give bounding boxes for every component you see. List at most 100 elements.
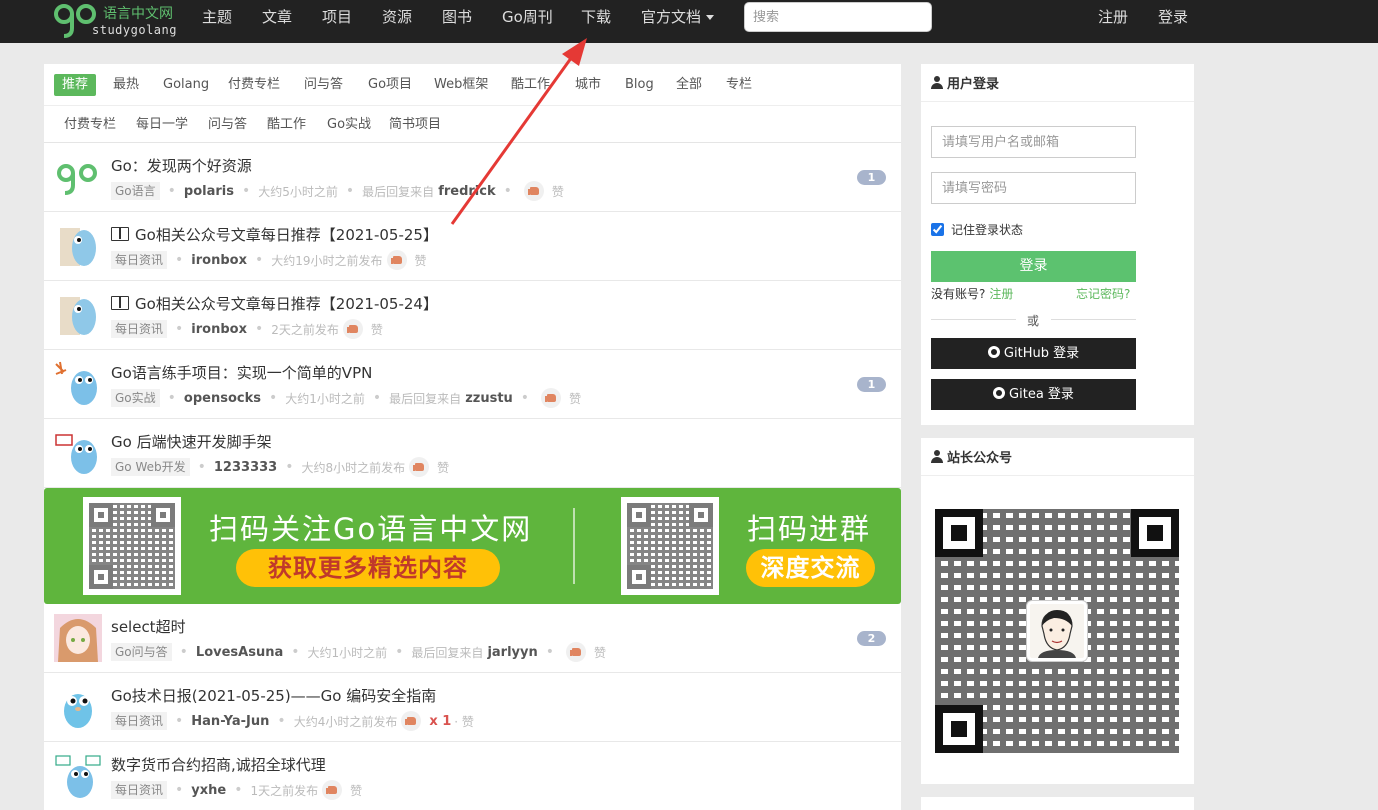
subtab-go-practice[interactable]: Go实战 — [327, 114, 371, 136]
topic-node[interactable]: Go实战 — [111, 389, 160, 407]
nav-projects[interactable]: 项目 — [322, 0, 352, 43]
search-input[interactable] — [744, 2, 932, 32]
nav-articles[interactable]: 文章 — [262, 0, 292, 43]
avatar[interactable] — [54, 291, 102, 339]
nav-register[interactable]: 注册 — [1098, 0, 1128, 43]
avatar[interactable] — [54, 683, 102, 731]
nav-login[interactable]: 登录 — [1158, 0, 1188, 43]
topic-node[interactable]: Go Web开发 — [111, 458, 190, 476]
nav-resources[interactable]: 资源 — [382, 0, 412, 43]
topic-row[interactable]: 数字货币合约招商,诚招全球代理 每日资讯 • yxhe • 1天之前发布 赞 — [44, 742, 901, 810]
subtab-daily-learn[interactable]: 每日一学 — [136, 114, 188, 136]
avatar[interactable] — [54, 614, 102, 662]
like-label[interactable]: 赞 — [569, 390, 581, 407]
nav-topics[interactable]: 主题 — [202, 0, 232, 43]
nav-official-docs[interactable]: 官方文档 — [641, 0, 715, 43]
nav-download[interactable]: 下载 — [581, 0, 611, 43]
topic-row[interactable]: Go 后端快速开发脚手架 Go Web开发 • 1233333 • 大约8小时之前发… — [44, 419, 901, 488]
like-label[interactable]: 赞 — [552, 183, 564, 200]
topic-title[interactable]: Go语言练手项目：实现一个简单的VPN — [111, 362, 372, 383]
topic-title[interactable]: Go相关公众号文章每日推荐【2021-05-25】 — [111, 224, 438, 245]
topic-author[interactable]: ironbox — [191, 322, 247, 337]
last-reply-user[interactable]: jarlyyn — [487, 645, 537, 660]
topic-node[interactable]: 每日资讯 — [111, 251, 168, 269]
username-input[interactable] — [931, 126, 1136, 158]
avatar[interactable] — [54, 752, 102, 800]
topic-row[interactable]: Go技术日报(2021-05-25)——Go 编码安全指南 每日资讯 • Han-… — [44, 673, 901, 742]
remember-checkbox[interactable] — [931, 223, 944, 236]
register-link[interactable]: 注册 — [989, 287, 1013, 301]
topic-title[interactable]: Go技术日报(2021-05-25)——Go 编码安全指南 — [111, 685, 436, 706]
thumbs-up-icon[interactable] — [523, 181, 544, 201]
tab-city[interactable]: 城市 — [575, 74, 601, 96]
tab-paid-column[interactable]: 付费专栏 — [228, 74, 280, 96]
tab-golang[interactable]: Golang — [163, 74, 209, 96]
avatar[interactable] — [54, 429, 102, 477]
like-label[interactable]: · 赞 — [454, 713, 474, 730]
tab-recommended[interactable]: 推荐 — [54, 74, 97, 96]
tab-columns[interactable]: 专栏 — [726, 74, 752, 96]
remember-label[interactable]: 记住登录状态 — [951, 221, 1023, 238]
like-label[interactable]: 赞 — [415, 252, 427, 269]
nav-books[interactable]: 图书 — [442, 0, 472, 43]
topic-title[interactable]: select超时 — [111, 616, 186, 637]
promo-banner[interactable]: 扫码关注Go语言中文网 获取更多精选内容 扫码进群 深度交流 — [44, 488, 901, 604]
password-input[interactable] — [931, 172, 1136, 204]
topic-author[interactable]: yxhe — [191, 783, 226, 798]
like-label[interactable]: 赞 — [594, 644, 606, 661]
reply-count-badge[interactable]: 2 — [857, 631, 886, 646]
tab-web-frameworks[interactable]: Web框架 — [434, 74, 488, 96]
avatar[interactable] — [54, 153, 102, 201]
last-reply-user[interactable]: fredrick — [438, 184, 495, 199]
tab-hot[interactable]: 最热 — [113, 74, 139, 96]
subtab-cool-jobs[interactable]: 酷工作 — [267, 114, 306, 136]
topic-author[interactable]: ironbox — [191, 253, 247, 268]
tab-go-projects[interactable]: Go项目 — [368, 74, 412, 96]
nav-go-weekly[interactable]: Go周刊 — [502, 0, 553, 43]
tab-all[interactable]: 全部 — [676, 74, 702, 96]
topic-node[interactable]: 每日资讯 — [111, 712, 168, 730]
topic-row[interactable]: Go相关公众号文章每日推荐【2021-05-25】 每日资讯 • ironbox •… — [44, 212, 901, 281]
subtab-qa[interactable]: 问与答 — [208, 114, 247, 136]
topic-author[interactable]: 1233333 — [214, 460, 277, 475]
topic-node[interactable]: 每日资讯 — [111, 781, 168, 799]
thumbs-up-icon[interactable] — [409, 457, 430, 477]
tab-blog[interactable]: Blog — [625, 74, 654, 96]
reply-count-badge[interactable]: 1 — [857, 377, 886, 392]
topic-node[interactable]: Go问与答 — [111, 643, 172, 661]
topic-author[interactable]: polaris — [184, 184, 234, 199]
gitea-login-button[interactable]: Gitea 登录 — [931, 379, 1136, 410]
avatar[interactable] — [54, 222, 102, 270]
topic-row[interactable]: Go语言练手项目：实现一个简单的VPN Go实战 • opensocks • 大约1… — [44, 350, 901, 419]
topic-row[interactable]: select超时 Go问与答 • LovesAsuna • 大约1小时之前 • 最后回… — [44, 604, 901, 673]
thumbs-up-icon[interactable] — [566, 642, 587, 662]
thumbs-up-icon[interactable] — [322, 780, 343, 800]
thumbs-up-icon[interactable] — [342, 319, 363, 339]
thumbs-up-icon[interactable] — [541, 388, 562, 408]
avatar[interactable] — [54, 360, 102, 408]
thumbs-up-icon[interactable] — [386, 250, 407, 270]
topic-row[interactable]: Go相关公众号文章每日推荐【2021-05-24】 每日资讯 • ironbox •… — [44, 281, 901, 350]
topic-node[interactable]: Go语言 — [111, 182, 160, 200]
github-login-button[interactable]: GitHub 登录 — [931, 338, 1136, 369]
topic-row[interactable]: Go：发现两个好资源 Go语言 • polaris • 大约5小时之前 • 最后回复来… — [44, 143, 901, 212]
tab-qa[interactable]: 问与答 — [304, 74, 343, 96]
tab-cool-jobs[interactable]: 酷工作 — [511, 74, 550, 96]
topic-title[interactable]: Go：发现两个好资源 — [111, 155, 252, 176]
topic-author[interactable]: Han-Ya-Jun — [191, 714, 269, 729]
reply-count-badge[interactable]: 1 — [857, 170, 886, 185]
subtab-paid-column[interactable]: 付费专栏 — [64, 114, 116, 136]
topic-title[interactable]: Go相关公众号文章每日推荐【2021-05-24】 — [111, 293, 438, 314]
forgot-password-link[interactable]: 忘记密码? — [1076, 285, 1130, 302]
last-reply-user[interactable]: zzustu — [465, 391, 513, 406]
topic-title[interactable]: 数字货币合约招商,诚招全球代理 — [111, 754, 326, 775]
thumbs-up-icon[interactable] — [401, 711, 422, 731]
subtab-jianshu[interactable]: 简书项目 — [389, 114, 441, 136]
site-logo[interactable]: 语言中文网 studygolang — [52, 0, 182, 43]
topic-author[interactable]: LovesAsuna — [196, 645, 283, 660]
topic-author[interactable]: opensocks — [184, 391, 261, 406]
topic-title[interactable]: Go 后端快速开发脚手架 — [111, 431, 272, 452]
login-button[interactable]: 登录 — [931, 251, 1136, 282]
topic-node[interactable]: 每日资讯 — [111, 320, 168, 338]
like-label[interactable]: 赞 — [350, 782, 362, 799]
